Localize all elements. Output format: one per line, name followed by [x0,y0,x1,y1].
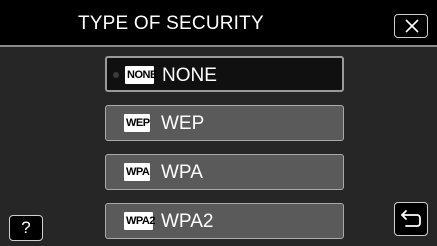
header-bar: TYPE OF SECURITY [0,0,437,44]
wep-icon: WEP [124,114,150,132]
option-label: WPA2 [161,211,214,232]
option-wpa[interactable]: WPA WPA [105,154,344,190]
help-button[interactable]: ? [9,215,43,241]
close-icon [405,19,419,33]
back-button[interactable] [394,202,428,236]
option-wpa2[interactable]: WPA2 WPA2 [105,203,344,239]
option-wep[interactable]: WEP WEP [105,105,344,141]
option-none[interactable]: NONE NONE [105,56,344,92]
selected-indicator [113,72,119,78]
wpa-icon: WPA [124,163,150,181]
close-button[interactable] [394,14,428,38]
page-title: TYPE OF SECURITY [78,13,264,34]
content-panel: NONE NONE WEP WEP WPA WPA WPA2 WPA2 [0,47,437,246]
option-label: WPA [161,162,203,183]
none-icon: NONE [125,66,157,84]
back-icon [401,210,421,227]
option-label: WEP [161,113,205,134]
wpa2-icon: WPA2 [124,212,155,230]
option-label: NONE [162,65,217,86]
